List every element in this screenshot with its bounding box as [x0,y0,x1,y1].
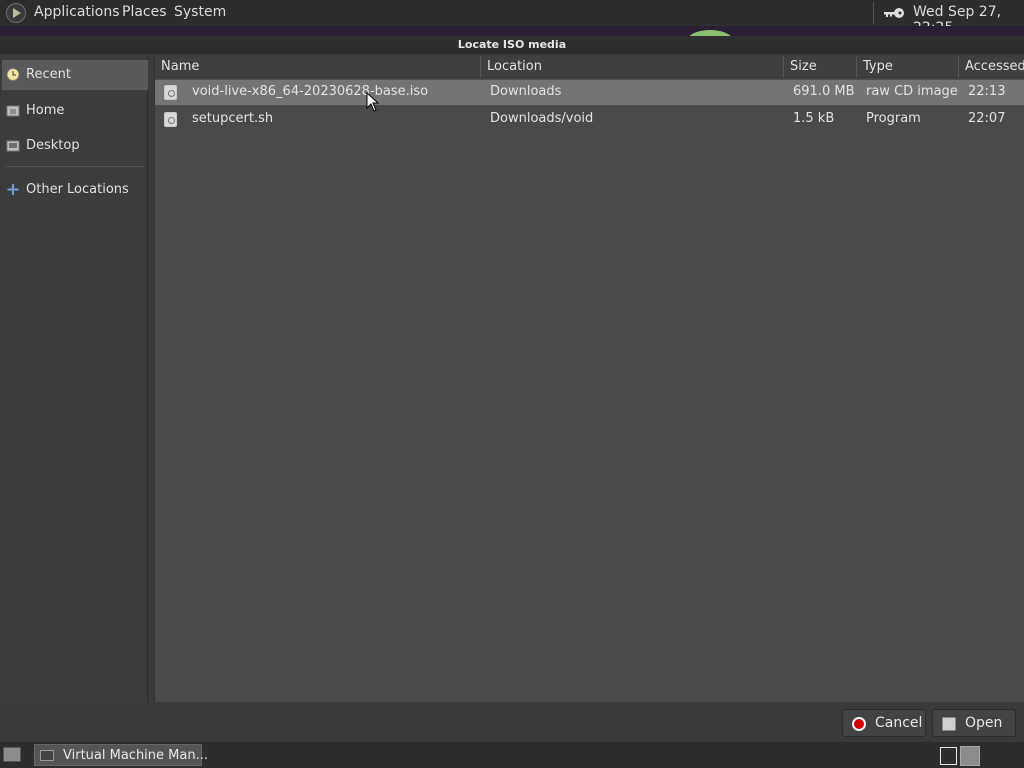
cancel-button-label: Cancel [875,715,923,731]
file-row[interactable]: void-live-x86_64-20230628-base.iso Downl… [155,80,1024,105]
file-size: 1.5 kB [793,111,835,126]
show-desktop-icon[interactable] [3,747,21,762]
workspace-2[interactable] [960,746,980,766]
column-header-type[interactable]: Type [857,56,959,78]
plus-icon [7,184,19,195]
sidebar-separator [6,166,144,167]
file-list: Name Location Size Type Accessed void-li… [154,56,1024,702]
open-button[interactable]: Open [932,709,1016,737]
file-location: Downloads [490,84,562,99]
key-icon[interactable] [883,6,905,20]
menu-logo-icon[interactable] [6,3,26,23]
menu-applications[interactable]: Applications [34,4,120,20]
file-size: 691.0 MB [793,84,855,99]
recent-icon [6,68,20,81]
file-row[interactable]: setupcert.sh Downloads/void 1.5 kB Progr… [155,107,1024,132]
places-sidebar: Recent Home Desktop Other Locations [2,56,148,702]
file-location: Downloads/void [490,111,594,126]
column-header-name[interactable]: Name [155,56,481,78]
bottom-panel: Virtual Machine Man... [0,742,1024,768]
file-type: Program [866,111,921,126]
file-accessed: 22:07 [968,111,1006,126]
sidebar-item-label: Recent [26,67,71,82]
column-header-accessed[interactable]: Accessed [959,56,1024,78]
tray-separator [873,2,874,24]
sidebar-item-label: Home [26,103,65,118]
desktop-background [0,26,1024,36]
home-folder-icon [6,105,20,117]
virtual-machine-manager-icon [40,750,54,761]
dialog-title: Locate ISO media [0,36,1024,54]
file-name: void-live-x86_64-20230628-base.iso [192,84,429,99]
file-chooser-dialog: Locate ISO media Recent Home Desktop Oth… [0,36,1024,742]
column-header-size[interactable]: Size [784,56,857,78]
sidebar-item-recent[interactable]: Recent [2,60,148,90]
sidebar-item-desktop[interactable]: Desktop [2,131,148,161]
dialog-button-area: Cancel Open [0,703,1024,742]
desktop-folder-icon [6,140,20,152]
file-name: setupcert.sh [192,111,274,126]
sidebar-item-label: Other Locations [26,182,129,197]
taskbar-item-label: Virtual Machine Man... [63,748,208,763]
file-type: raw CD image [866,84,958,99]
disc-image-file-icon [164,85,177,100]
file-accessed: 22:13 [968,84,1006,99]
mouse-cursor-icon [366,92,380,112]
column-header-row: Name Location Size Type Accessed [155,56,1024,78]
taskbar-item-virtual-machine-manager[interactable]: Virtual Machine Man... [34,744,208,766]
sidebar-item-other-locations[interactable]: Other Locations [2,175,148,205]
menu-places[interactable]: Places [122,4,167,20]
workspace-1[interactable] [940,747,957,765]
script-file-icon [164,112,177,127]
menu-system[interactable]: System [174,4,226,20]
open-button-label: Open [965,715,1003,731]
open-folder-icon [942,717,956,731]
top-panel: Applications Places System Wed Sep 27, 2… [0,0,1024,36]
column-header-location[interactable]: Location [481,56,784,78]
sidebar-item-home[interactable]: Home [2,96,148,126]
sidebar-item-label: Desktop [26,138,80,153]
cancel-button[interactable]: Cancel [842,709,926,737]
cancel-icon [852,717,866,731]
